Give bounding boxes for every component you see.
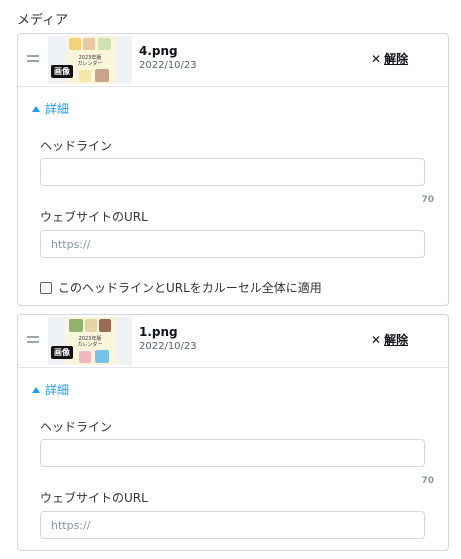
- close-icon: ✕: [371, 333, 382, 347]
- headline-input[interactable]: [40, 158, 425, 186]
- apply-all-row[interactable]: このヘッドラインとURLをカルーセル全体に適用: [40, 279, 322, 296]
- media-thumbnail: 2023年版 カレンダー 画像: [48, 36, 132, 84]
- media-card: 2023年版 カレンダー 画像 4.png 2022/10/23 ✕ 解除 詳細 …: [17, 33, 449, 306]
- media-thumbnail: 2023年版 カレンダー 画像: [48, 317, 132, 365]
- headline-counter: 70: [421, 195, 434, 205]
- apply-all-label: このヘッドラインとURLをカルーセル全体に適用: [58, 281, 322, 295]
- headline-counter: 70: [421, 476, 434, 486]
- media-card-header: 2023年版 カレンダー 画像 4.png 2022/10/23 ✕ 解除: [18, 34, 448, 87]
- media-card-header: 2023年版 カレンダー 画像 1.png 2022/10/23 ✕ 解除: [18, 315, 448, 368]
- caret-up-icon: [32, 387, 40, 393]
- remove-button[interactable]: ✕ 解除: [371, 50, 408, 67]
- media-card: 2023年版 カレンダー 画像 1.png 2022/10/23 ✕ 解除 詳細 …: [17, 314, 449, 551]
- url-label: ウェブサイトのURL: [40, 210, 148, 224]
- drag-handle-icon[interactable]: [27, 55, 39, 63]
- image-type-badge: 画像: [51, 346, 73, 359]
- remove-button[interactable]: ✕ 解除: [371, 331, 408, 348]
- caret-up-icon: [32, 106, 40, 112]
- section-title: メディア: [17, 13, 69, 28]
- details-toggle[interactable]: 詳細: [32, 100, 69, 117]
- apply-all-checkbox[interactable]: [40, 282, 52, 294]
- file-name: 1.png: [139, 325, 178, 339]
- file-date: 2022/10/23: [139, 341, 197, 352]
- file-name: 4.png: [139, 44, 178, 58]
- image-type-badge: 画像: [51, 65, 73, 78]
- drag-handle-icon[interactable]: [27, 336, 39, 344]
- close-icon: ✕: [371, 52, 382, 66]
- url-label: ウェブサイトのURL: [40, 491, 148, 505]
- details-toggle[interactable]: 詳細: [32, 381, 69, 398]
- url-input[interactable]: [40, 230, 425, 258]
- url-input[interactable]: [40, 511, 425, 539]
- headline-label: ヘッドライン: [40, 420, 113, 434]
- file-date: 2022/10/23: [139, 60, 197, 71]
- headline-input[interactable]: [40, 439, 425, 467]
- headline-label: ヘッドライン: [40, 139, 113, 153]
